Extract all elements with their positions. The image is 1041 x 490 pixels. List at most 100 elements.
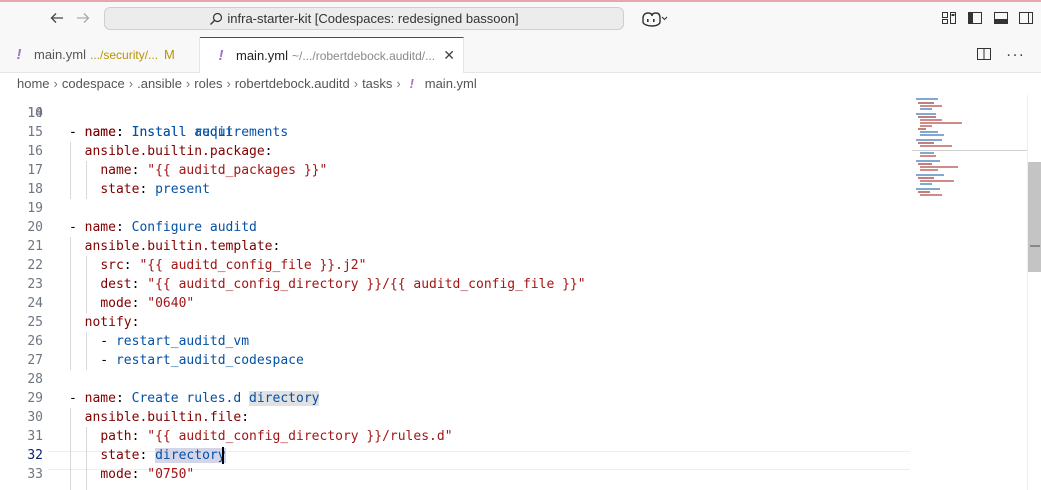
- breadcrumb-item[interactable]: tasks: [362, 76, 392, 91]
- line-number: 23: [27, 277, 43, 292]
- copilot-icon[interactable]: [640, 10, 668, 28]
- chevron-right-icon: ›: [53, 76, 58, 91]
- breadcrumb-item[interactable]: .ansible: [137, 76, 182, 91]
- split-editor-icon[interactable]: [976, 46, 992, 65]
- editor-line: 20 - name: Configure auditd: [0, 218, 1027, 237]
- text-cursor: [222, 447, 224, 464]
- indent-guide: [86, 161, 87, 199]
- line-code: - restart_auditd_vm: [69, 334, 250, 349]
- tab-label: main.yml: [34, 47, 87, 62]
- yaml-file-icon: !: [16, 46, 22, 63]
- editor-line: 33 mode: "0750": [0, 465, 1027, 484]
- editor-line: 30 ansible.builtin.file:: [0, 408, 1027, 427]
- editor-line: 14: [0, 104, 1027, 123]
- line-number: 27: [27, 353, 43, 368]
- more-actions-icon[interactable]: ···: [1006, 47, 1025, 64]
- line-number: 17: [27, 163, 43, 178]
- line-number: 20: [27, 220, 43, 235]
- scrollbar-cursor-marker: [1030, 245, 1040, 247]
- editor-line: 26 - restart_auditd_vm: [0, 332, 1027, 351]
- line-number: 26: [27, 334, 43, 349]
- toggle-panel-icon[interactable]: [993, 10, 1009, 26]
- line-number: 30: [27, 410, 43, 425]
- yaml-file-icon: !: [409, 76, 414, 91]
- editor-line: 25 notify:: [0, 313, 1027, 332]
- code-editor[interactable]: 10 - name: Install requirements 14 15 - n…: [0, 95, 1027, 490]
- line-number: 28: [27, 372, 43, 387]
- indent-guide: [86, 427, 87, 490]
- line-code: path: "{{ auditd_config_directory }}/rul…: [100, 429, 453, 444]
- editor-line: 29 - name: Create rules.d directory: [0, 389, 1027, 408]
- editor-line: 23 dest: "{{ auditd_config_directory }}/…: [0, 275, 1027, 294]
- line-code: ansible.builtin.file:: [84, 410, 250, 425]
- toggle-primary-sidebar-icon[interactable]: [967, 10, 983, 26]
- tab-auditd-main-yml[interactable]: ! main.yml ~/.../robertdebock.auditd/... ✕: [200, 37, 464, 73]
- forward-arrow-icon[interactable]: [75, 10, 91, 26]
- editor-line: 18 state: present: [0, 180, 1027, 199]
- tab-security-main-yml[interactable]: ! main.yml .../security/... M: [0, 37, 200, 72]
- toggle-secondary-sidebar-icon[interactable]: [1018, 10, 1034, 26]
- editor-line: 10 - name: Install requirements: [0, 95, 1027, 140]
- modified-badge: M: [164, 47, 175, 62]
- line-number: 16: [27, 144, 43, 159]
- line-number: 15: [27, 125, 43, 140]
- line-code: - name: Install audit: [69, 125, 234, 140]
- back-arrow-icon[interactable]: [49, 10, 65, 26]
- line-code: mode: "0750": [100, 467, 195, 482]
- editor-line: 15 - name: Install audit: [0, 123, 1027, 142]
- line-code: ansible.builtin.template:: [84, 239, 281, 254]
- customize-layout-icon[interactable]: [941, 10, 957, 26]
- line-code: dest: "{{ auditd_config_directory }}/{{ …: [100, 277, 586, 292]
- editor-actions: ···: [976, 46, 1025, 65]
- yaml-file-icon: !: [218, 47, 224, 64]
- editor-tab-bar: ! main.yml .../security/... M ! main.yml ~/..…: [0, 37, 1041, 73]
- editor-line: 19: [0, 199, 1027, 218]
- minimap-preview: [912, 95, 1027, 196]
- chevron-right-icon: ›: [353, 76, 359, 91]
- line-number: 24: [27, 296, 43, 311]
- minimap[interactable]: [912, 95, 1027, 490]
- line-code: - name: Create rules.d directory: [69, 391, 320, 406]
- line-number: 25: [27, 315, 43, 330]
- breadcrumb-item[interactable]: robertdebock.auditd: [235, 76, 350, 91]
- line-code: - restart_auditd_codespace: [69, 353, 304, 368]
- line-number: 18: [27, 182, 43, 197]
- vertical-scrollbar[interactable]: [1027, 95, 1041, 490]
- editor-line: 27 - restart_auditd_codespace: [0, 351, 1027, 370]
- line-code: notify:: [84, 315, 140, 330]
- breadcrumb-item[interactable]: home: [17, 76, 50, 91]
- line-number: 32: [27, 448, 43, 463]
- tab-label: main.yml: [236, 48, 289, 63]
- line-number: 31: [27, 429, 43, 444]
- selection-highlight: directory: [155, 448, 226, 463]
- editor-line: 16 ansible.builtin.package:: [0, 142, 1027, 161]
- command-center-search[interactable]: infra-starter-kit [Codespaces: redesigne…: [104, 7, 624, 30]
- line-code: state: present: [100, 182, 210, 197]
- line-code: mode: "0640": [100, 296, 195, 311]
- indent-guide: [70, 408, 71, 490]
- chevron-right-icon: ›: [128, 76, 134, 91]
- word-highlight: directory: [249, 391, 320, 406]
- breadcrumb-item[interactable]: codespace: [62, 76, 125, 91]
- breadcrumb-item[interactable]: main.yml: [425, 76, 477, 91]
- breadcrumb-item[interactable]: roles: [194, 76, 222, 91]
- line-number: 19: [27, 201, 43, 216]
- chevron-right-icon: ›: [185, 76, 191, 91]
- editor-line: 22 src: "{{ auditd_config_file }}.j2": [0, 256, 1027, 275]
- search-icon: [210, 12, 223, 25]
- line-code: name: "{{ auditd_packages }}": [100, 163, 328, 178]
- line-number: 33: [27, 467, 43, 482]
- breadcrumb: home › codespace › .ansible › roles › robertdebo…: [0, 73, 1041, 95]
- editor-line: 21 ansible.builtin.template:: [0, 237, 1027, 256]
- scrollbar-thumb[interactable]: [1028, 162, 1041, 272]
- editor-line: 24 mode: "0640": [0, 294, 1027, 313]
- editor-line: 17 name: "{{ auditd_packages }}": [0, 161, 1027, 180]
- line-number: 14: [27, 106, 43, 121]
- editor-line-partial: ··: [0, 484, 1027, 490]
- close-icon[interactable]: ✕: [443, 38, 455, 73]
- indent-guide: [70, 237, 71, 370]
- search-text: infra-starter-kit [Codespaces: redesigne…: [227, 11, 519, 26]
- editor-line: 32 state: directory: [0, 446, 1027, 465]
- line-code: src: "{{ auditd_config_file }}.j2": [100, 258, 367, 273]
- chevron-right-icon: ›: [396, 76, 401, 91]
